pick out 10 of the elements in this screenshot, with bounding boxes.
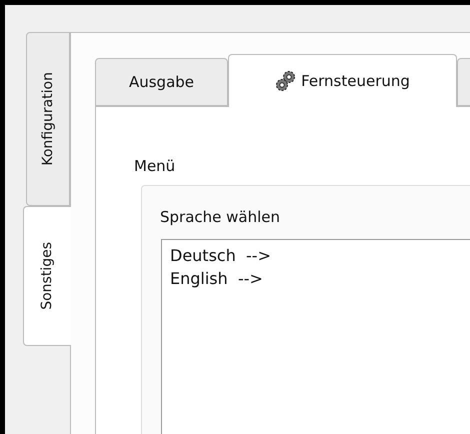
group-title: Sprache wählen bbox=[160, 210, 282, 225]
list-item[interactable]: Deutsch --> bbox=[170, 244, 470, 267]
tab[interactable] bbox=[457, 58, 470, 106]
language-list[interactable]: Deutsch --> English --> bbox=[161, 239, 470, 434]
tab[interactable]: Fernsteuerung bbox=[228, 54, 457, 107]
section-title: Menü bbox=[134, 159, 176, 174]
side-tab[interactable]: Konfiguration bbox=[26, 32, 70, 206]
list-item[interactable]: English --> bbox=[170, 267, 470, 290]
tab[interactable]: Ausgabe bbox=[95, 58, 228, 106]
side-tab[interactable]: Sonstiges bbox=[23, 206, 71, 346]
